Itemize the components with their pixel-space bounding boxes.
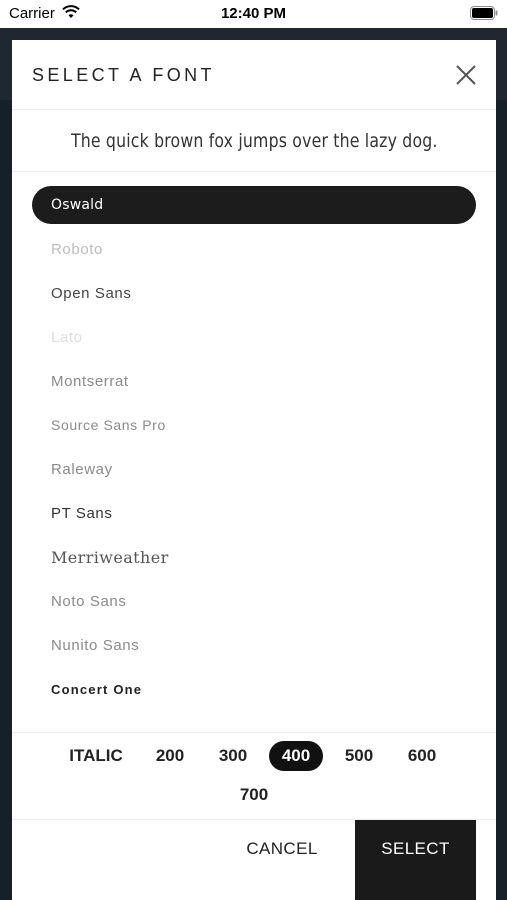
weight-700[interactable]: 700	[232, 780, 276, 810]
font-item-nunito-sans[interactable]: Nunito Sans	[32, 626, 476, 664]
weight-500[interactable]: 500	[337, 741, 381, 771]
backdrop-edge-right	[495, 100, 507, 900]
cancel-button[interactable]: CANCEL	[238, 834, 326, 864]
font-list[interactable]: Oswald Roboto Open Sans Lato Montserrat …	[12, 172, 496, 732]
modal-title: SELECT A FONT	[32, 65, 215, 85]
weight-selector: ITALIC 200 300 400 500 600 700	[12, 732, 496, 820]
font-item-raleway[interactable]: Raleway	[32, 450, 476, 488]
weight-600[interactable]: 600	[400, 741, 444, 771]
select-button[interactable]: SELECT	[355, 820, 476, 900]
weight-200[interactable]: 200	[148, 741, 192, 771]
font-item-noto-sans[interactable]: Noto Sans	[32, 582, 476, 620]
font-picker-modal: SELECT A FONT The quick brown fox jumps …	[12, 40, 496, 900]
font-item-merriweather[interactable]: Merriweather	[32, 538, 476, 576]
font-item-pt-sans[interactable]: PT Sans	[32, 494, 476, 532]
modal-header: SELECT A FONT	[12, 40, 496, 110]
status-bar: Carrier 12:40 PM	[0, 0, 507, 28]
font-preview: The quick brown fox jumps over the lazy …	[12, 110, 496, 172]
status-time: 12:40 PM	[220, 5, 287, 22]
font-item-concert-one[interactable]: Concert One	[32, 670, 476, 708]
modal-footer: CANCEL SELECT	[12, 820, 496, 900]
weight-italic[interactable]: ITALIC	[62, 741, 130, 771]
backdrop-edge-left	[0, 100, 12, 900]
font-item-open-sans[interactable]: Open Sans	[32, 274, 476, 312]
font-item-source-sans-pro[interactable]: Source Sans Pro	[32, 406, 476, 444]
font-item-roboto[interactable]: Roboto	[32, 230, 476, 268]
font-item-lato[interactable]: Lato	[32, 318, 476, 356]
close-icon[interactable]	[454, 63, 478, 87]
preview-text: The quick brown fox jumps over the lazy …	[70, 129, 438, 152]
font-item-montserrat[interactable]: Montserrat	[32, 362, 476, 400]
battery-icon	[470, 6, 498, 20]
font-item-oswald[interactable]: Oswald	[32, 186, 476, 224]
weight-400[interactable]: 400	[269, 741, 323, 771]
weight-300[interactable]: 300	[211, 741, 255, 771]
